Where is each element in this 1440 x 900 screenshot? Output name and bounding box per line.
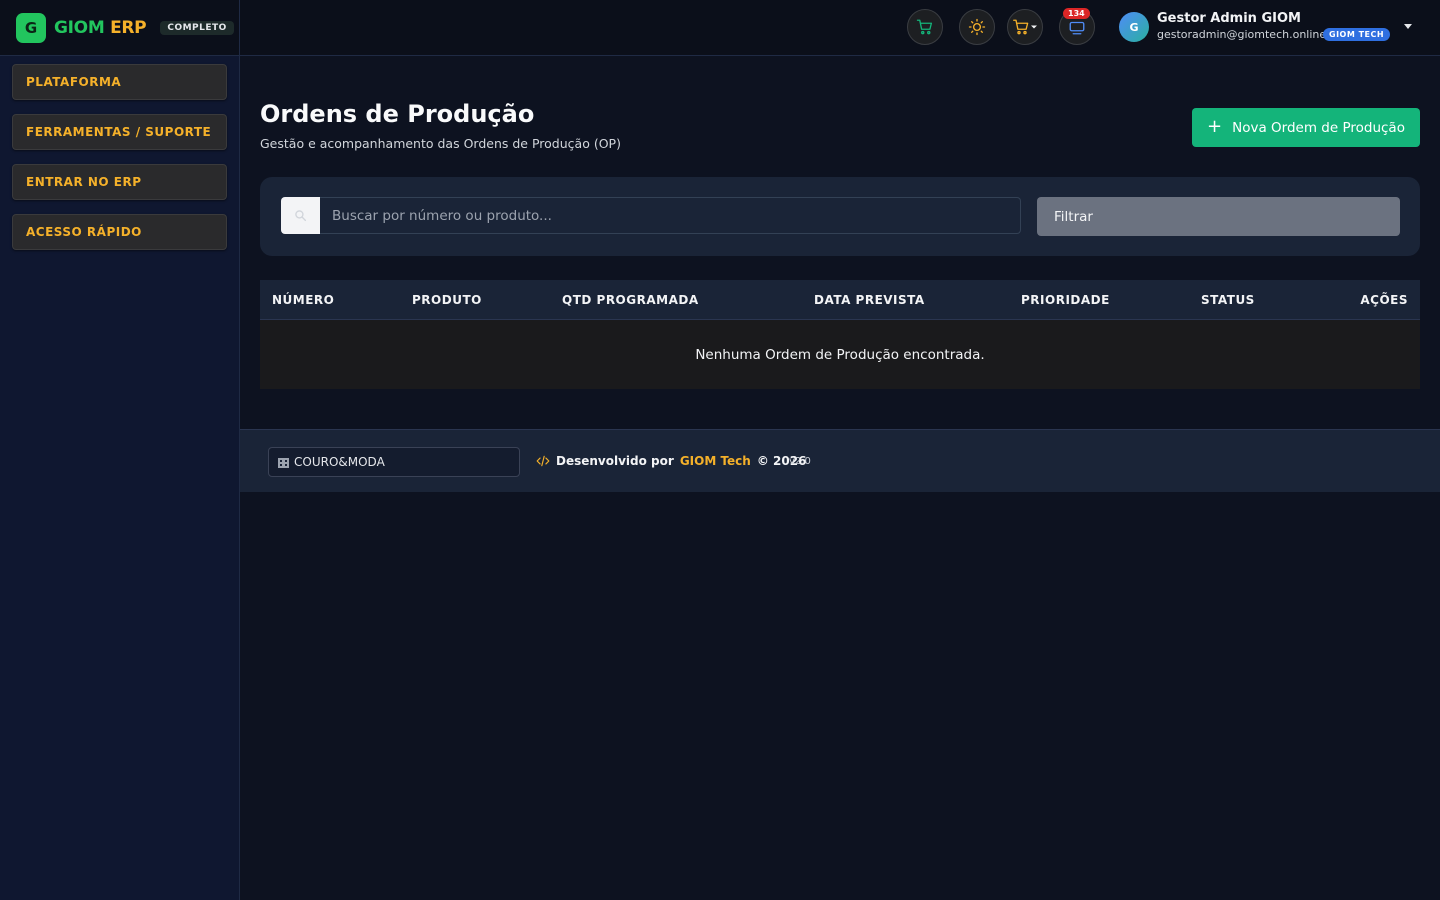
footer-credits: Desenvolvido por GIOM Tech © 2026 xyxy=(536,454,806,468)
footer: COURO&MODA Desenvolvido por GIOM Tech © … xyxy=(240,429,1440,492)
plus-icon: + xyxy=(1207,115,1223,137)
edition-badge: COMPLETO xyxy=(160,20,234,35)
sidebar-nav: PLATAFORMA FERRAMENTAS / SUPORTE ENTRAR … xyxy=(0,56,239,272)
user-email: gestoradmin@giomtech.online xyxy=(1157,28,1327,41)
version-label: v2.0 xyxy=(789,456,811,467)
column-header-acoes: AÇÕES xyxy=(1360,293,1408,307)
production-orders-table: NÚMERO PRODUTO QTD PROGRAMADA DATA PREVI… xyxy=(260,280,1420,389)
notifications-button[interactable]: 134 xyxy=(1059,8,1095,45)
developer-link[interactable]: GIOM Tech xyxy=(680,454,751,468)
filter-panel: Filtrar xyxy=(260,177,1420,256)
cart-icon xyxy=(916,19,933,35)
sidebar-item-label: ACESSO RÁPIDO xyxy=(26,225,142,239)
developed-by-text: Desenvolvido por xyxy=(556,454,674,468)
notification-count-badge: 134 xyxy=(1063,8,1090,19)
brand-primary: GIOM xyxy=(54,17,105,38)
cart-dropdown-icon xyxy=(1013,19,1037,35)
search-input[interactable] xyxy=(320,197,1021,234)
avatar[interactable]: G xyxy=(1119,12,1149,42)
filter-button-label: Filtrar xyxy=(1054,208,1093,225)
new-production-order-label: Nova Ordem de Produção xyxy=(1232,119,1405,136)
page-title: Ordens de Produção xyxy=(260,100,535,128)
sidebar-item-label: ENTRAR NO ERP xyxy=(26,175,142,189)
sidebar-item-plataforma[interactable]: PLATAFORMA xyxy=(12,64,227,100)
company-selector[interactable]: COURO&MODA xyxy=(268,447,520,477)
code-icon xyxy=(536,455,550,467)
sidebar-item-acesso-rapido[interactable]: ACESSO RÁPIDO xyxy=(12,214,227,250)
sidebar-item-ferramentas-suporte[interactable]: FERRAMENTAS / SUPORTE xyxy=(12,114,227,150)
column-header-data-prevista[interactable]: DATA PREVISTA xyxy=(814,293,925,307)
sun-icon xyxy=(968,18,986,36)
sidebar-item-label: FERRAMENTAS / SUPORTE xyxy=(26,125,212,139)
column-header-produto[interactable]: PRODUTO xyxy=(412,293,482,307)
new-production-order-button[interactable]: + Nova Ordem de Produção xyxy=(1192,108,1420,147)
brand-logo: G xyxy=(16,12,46,43)
empty-table-message: Nenhuma Ordem de Produção encontrada. xyxy=(695,347,985,363)
brand[interactable]: G GIOM ERP COMPLETO xyxy=(0,0,239,56)
chevron-down-icon[interactable] xyxy=(1404,24,1412,29)
cart-dropdown-button[interactable] xyxy=(1007,9,1043,45)
notification-icon xyxy=(1069,21,1085,35)
user-name[interactable]: Gestor Admin GIOM xyxy=(1157,11,1301,26)
table-header: NÚMERO PRODUTO QTD PROGRAMADA DATA PREVI… xyxy=(260,280,1420,320)
column-header-numero[interactable]: NÚMERO xyxy=(272,293,334,307)
brand-name: GIOM ERP xyxy=(54,17,147,38)
sidebar-item-entrar-erp[interactable]: ENTRAR NO ERP xyxy=(12,164,227,200)
column-header-prioridade[interactable]: PRIORIDADE xyxy=(1021,293,1110,307)
company-name: COURO&MODA xyxy=(294,455,385,469)
search-icon xyxy=(295,210,307,222)
search-icon-box xyxy=(281,197,320,234)
page-subtitle: Gestão e acompanhamento das Ordens de Pr… xyxy=(260,136,621,151)
theme-toggle-button[interactable] xyxy=(959,9,995,45)
top-header: 134 G Gestor Admin GIOM gestoradmin@giom… xyxy=(240,0,1440,56)
user-tag-badge: GIOM TECH xyxy=(1323,28,1391,41)
building-icon xyxy=(278,458,289,468)
filter-button[interactable]: Filtrar xyxy=(1037,197,1400,236)
column-header-status[interactable]: STATUS xyxy=(1201,293,1255,307)
column-header-qtd-programada[interactable]: QTD PROGRAMADA xyxy=(562,293,699,307)
sidebar-item-label: PLATAFORMA xyxy=(26,75,122,89)
cart-button[interactable] xyxy=(907,9,943,45)
sidebar: G GIOM ERP COMPLETO PLATAFORMA FERRAMENT… xyxy=(0,0,240,900)
brand-secondary: ERP xyxy=(110,17,147,38)
